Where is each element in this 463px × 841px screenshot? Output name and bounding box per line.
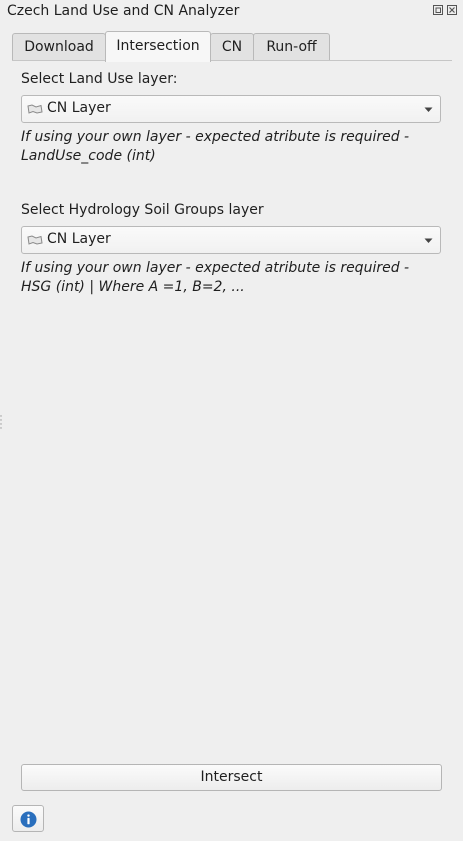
intersect-button[interactable]: Intersect (21, 764, 442, 791)
tab-bar: Download Intersection CN Run-off (12, 31, 452, 62)
splitter-handle[interactable] (0, 414, 2, 430)
float-window-icon[interactable] (433, 5, 443, 15)
hsg-layer-value: CN Layer (47, 231, 111, 247)
window-title: Czech Land Use and CN Analyzer (7, 3, 240, 19)
info-button[interactable] (12, 805, 44, 832)
chevron-down-icon (424, 107, 433, 112)
hsg-layer-select[interactable]: CN Layer (21, 226, 441, 254)
tab-download[interactable]: Download (12, 33, 106, 60)
land-use-hint: If using your own layer - expected atrib… (21, 129, 410, 164)
polygon-layer-icon (27, 235, 43, 245)
info-icon (20, 811, 37, 828)
tab-run-off[interactable]: Run-off (253, 33, 330, 60)
tab-cn[interactable]: CN (210, 33, 254, 60)
dock-titlebar: Czech Land Use and CN Analyzer (0, 0, 463, 24)
tab-panel (12, 60, 452, 800)
chevron-down-icon (424, 238, 433, 243)
polygon-layer-icon (27, 104, 43, 114)
tab-intersection[interactable]: Intersection (105, 31, 211, 62)
close-window-icon[interactable] (447, 5, 457, 15)
land-use-layer-value: CN Layer (47, 100, 111, 116)
land-use-layer-label: Select Land Use layer: (21, 71, 178, 87)
hsg-layer-label: Select Hydrology Soil Groups layer (21, 202, 264, 218)
hsg-hint: If using your own layer - expected atrib… (21, 260, 410, 295)
land-use-layer-select[interactable]: CN Layer (21, 95, 441, 123)
